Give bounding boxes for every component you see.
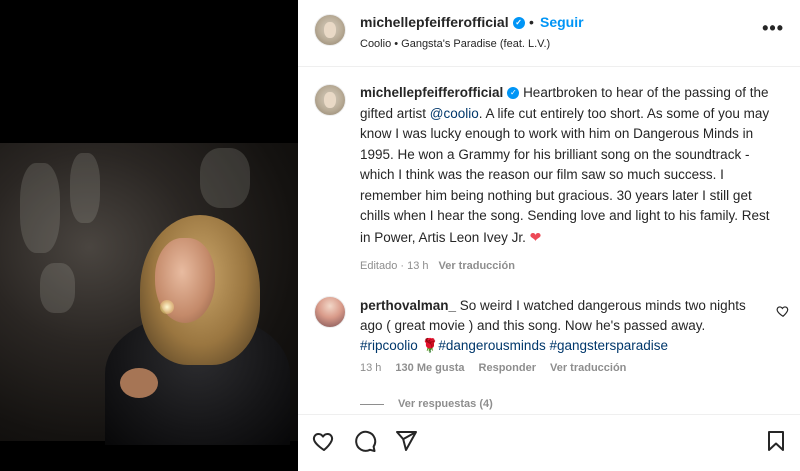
edited-timestamp: Editado · 13 h (360, 260, 429, 272)
comment-timestamp[interactable]: 13 h (360, 362, 381, 374)
heart-outline-icon[interactable] (312, 429, 336, 453)
more-options-icon[interactable]: ••• (762, 18, 784, 39)
reply-button[interactable]: Responder (479, 362, 536, 374)
paper-plane-icon[interactable] (394, 429, 418, 453)
view-replies-button[interactable]: Ver respuestas (4) (360, 398, 493, 410)
see-translation-button[interactable]: Ver traducción (550, 362, 626, 374)
avatar[interactable] (314, 14, 346, 46)
post-media[interactable] (0, 0, 298, 471)
background-graffiti (20, 163, 60, 253)
action-bar (298, 414, 800, 471)
actor-hand (120, 368, 158, 398)
verified-badge-icon: ✓ (507, 87, 520, 100)
caption-username[interactable]: michellepfeifferofficial (360, 85, 503, 100)
mention-link[interactable]: @coolio (430, 106, 479, 121)
background-graffiti (70, 153, 100, 223)
header-username[interactable]: michellepfeifferofficial ✓ (360, 14, 525, 30)
background-graffiti (40, 263, 75, 313)
avatar[interactable] (314, 84, 346, 116)
hashtag-link[interactable]: #gangstersparadise (549, 338, 668, 353)
audio-track-link[interactable]: Coolio • Gangsta's Paradise (feat. L.V.) (360, 38, 550, 50)
replies-divider (360, 403, 384, 405)
separator-dot: • (529, 14, 534, 30)
red-heart-emoji-icon: ❤ (529, 228, 542, 245)
comment-meta: 13 h 130 Me gusta Responder Ver traducción (360, 362, 640, 374)
post-header: michellepfeifferofficial ✓ • Seguir Cooli… (298, 0, 800, 67)
see-translation-button[interactable]: Ver traducción (439, 260, 515, 272)
light-flare (160, 300, 174, 314)
hashtag-link[interactable]: #dangerousminds (438, 338, 545, 353)
comment-bubble-icon[interactable] (353, 429, 377, 453)
post-details-panel: michellepfeifferofficial ✓ • Seguir Cooli… (298, 0, 800, 471)
caption-text: michellepfeifferofficial ✓ Heartbroken to… (360, 83, 780, 248)
follow-button[interactable]: Seguir (540, 14, 584, 30)
comment-username[interactable]: perthovalman_ (360, 298, 456, 313)
rose-emoji-icon: 🌹 (421, 338, 439, 353)
verified-badge-icon: ✓ (512, 17, 525, 30)
comment-text: perthovalman_ So weird I watched dangero… (360, 296, 765, 356)
view-replies-label[interactable]: Ver respuestas (4) (398, 398, 493, 410)
caption-meta: Editado · 13 h Ver traducción (360, 260, 515, 272)
comment-like-heart-icon[interactable] (776, 304, 790, 318)
username-link[interactable]: michellepfeifferofficial (360, 14, 509, 30)
comment-likes-count[interactable]: 130 Me gusta (395, 362, 464, 374)
hashtag-link[interactable]: #ripcoolio (360, 338, 418, 353)
background-graffiti (200, 148, 250, 208)
caption-body-end: . A life cut entirely too short. As some… (360, 105, 770, 245)
avatar[interactable] (314, 296, 346, 328)
bookmark-icon[interactable] (764, 429, 788, 453)
